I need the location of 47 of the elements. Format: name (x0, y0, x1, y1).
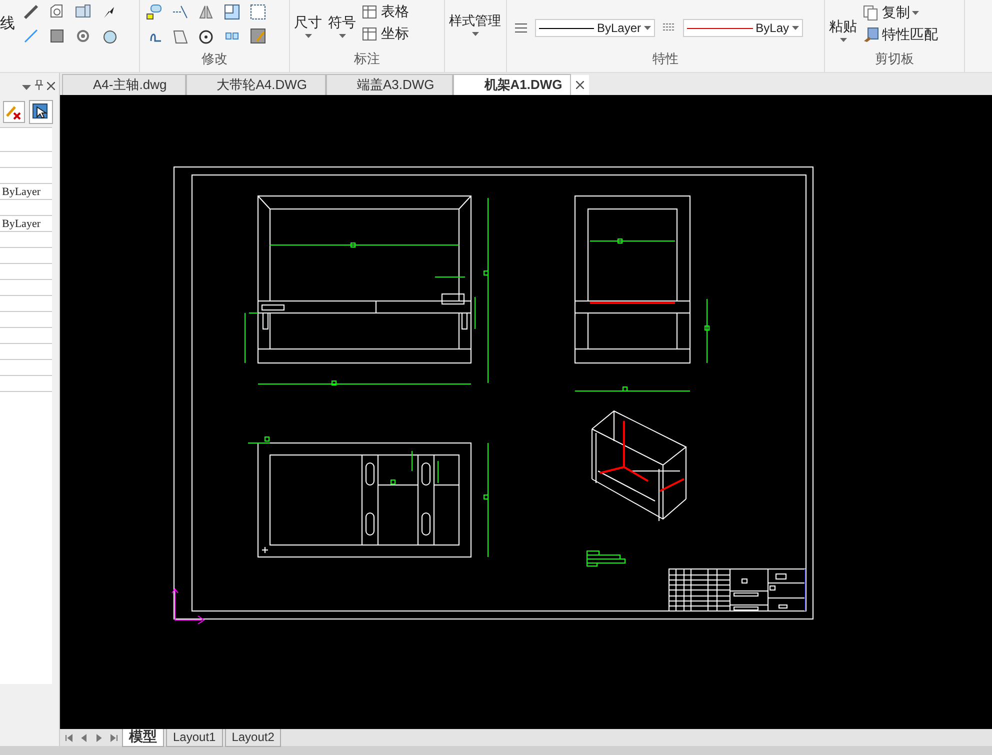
layout-tab[interactable]: Layout1 (166, 728, 223, 746)
caret-icon[interactable] (644, 26, 651, 30)
document-tab[interactable]: 机架A1.DWG (453, 74, 572, 95)
property-value: ByLayer (1, 186, 40, 198)
selection-icon[interactable] (248, 2, 268, 22)
pencil-icon[interactable] (21, 2, 41, 22)
document-tab[interactable]: 端盖A3.DWG (326, 74, 454, 95)
select-objects-icon[interactable] (29, 100, 53, 124)
property-value: ByLayer (1, 218, 40, 230)
caret-icon[interactable] (912, 11, 919, 15)
group-label: 特性 (652, 50, 678, 68)
caret-icon[interactable] (792, 26, 799, 30)
document-tab[interactable]: 大带轮A4.DWG (186, 74, 326, 95)
edit-hatch-icon[interactable] (248, 26, 268, 46)
match-properties-button[interactable]: 特性匹配 (863, 25, 938, 45)
line-button[interactable]: 线 (0, 14, 15, 33)
dropdown-button[interactable]: 尺寸 (294, 0, 322, 38)
table-icon (362, 4, 379, 20)
drawing-canvas[interactable] (60, 95, 992, 729)
paste-button[interactable]: 粘贴 (829, 0, 857, 42)
pencil-delete-icon[interactable] (3, 101, 25, 123)
layout-tab[interactable]: Layout2 (224, 728, 282, 746)
window-icon[interactable] (222, 2, 242, 22)
dropdown-button[interactable]: 表格 (362, 2, 409, 22)
move-icon[interactable] (144, 2, 164, 22)
table-icon (362, 26, 379, 42)
clipboard-brush-icon (863, 27, 880, 43)
caret-icon[interactable] (338, 34, 346, 38)
symbol-drawing (586, 550, 626, 566)
group-label: 标注 (354, 50, 380, 68)
caret-icon[interactable] (840, 38, 846, 42)
group-label: 修改 (202, 50, 228, 68)
lineweight-dropdown[interactable]: ByLay (683, 19, 803, 37)
copy-icon (863, 5, 880, 21)
group-label: 剪切板 (875, 50, 914, 68)
pin-icon[interactable] (35, 78, 43, 92)
caret-icon[interactable] (472, 32, 478, 36)
dropdown-button[interactable]: 符号 (328, 0, 356, 38)
close-icon[interactable] (571, 75, 590, 95)
copy-button[interactable]: 复制 (863, 3, 938, 23)
layout-tab[interactable]: 模型 (122, 728, 164, 746)
style-manager-button[interactable]: 样式管理 (449, 0, 501, 36)
document-tab[interactable]: A4-主轴.dwg (62, 74, 186, 95)
linetype-dropdown[interactable]: ByLayer (535, 19, 655, 37)
dropdown-button[interactable]: 坐标 (362, 24, 409, 44)
ucs-icon (172, 588, 205, 624)
caret-icon[interactable] (304, 34, 312, 38)
